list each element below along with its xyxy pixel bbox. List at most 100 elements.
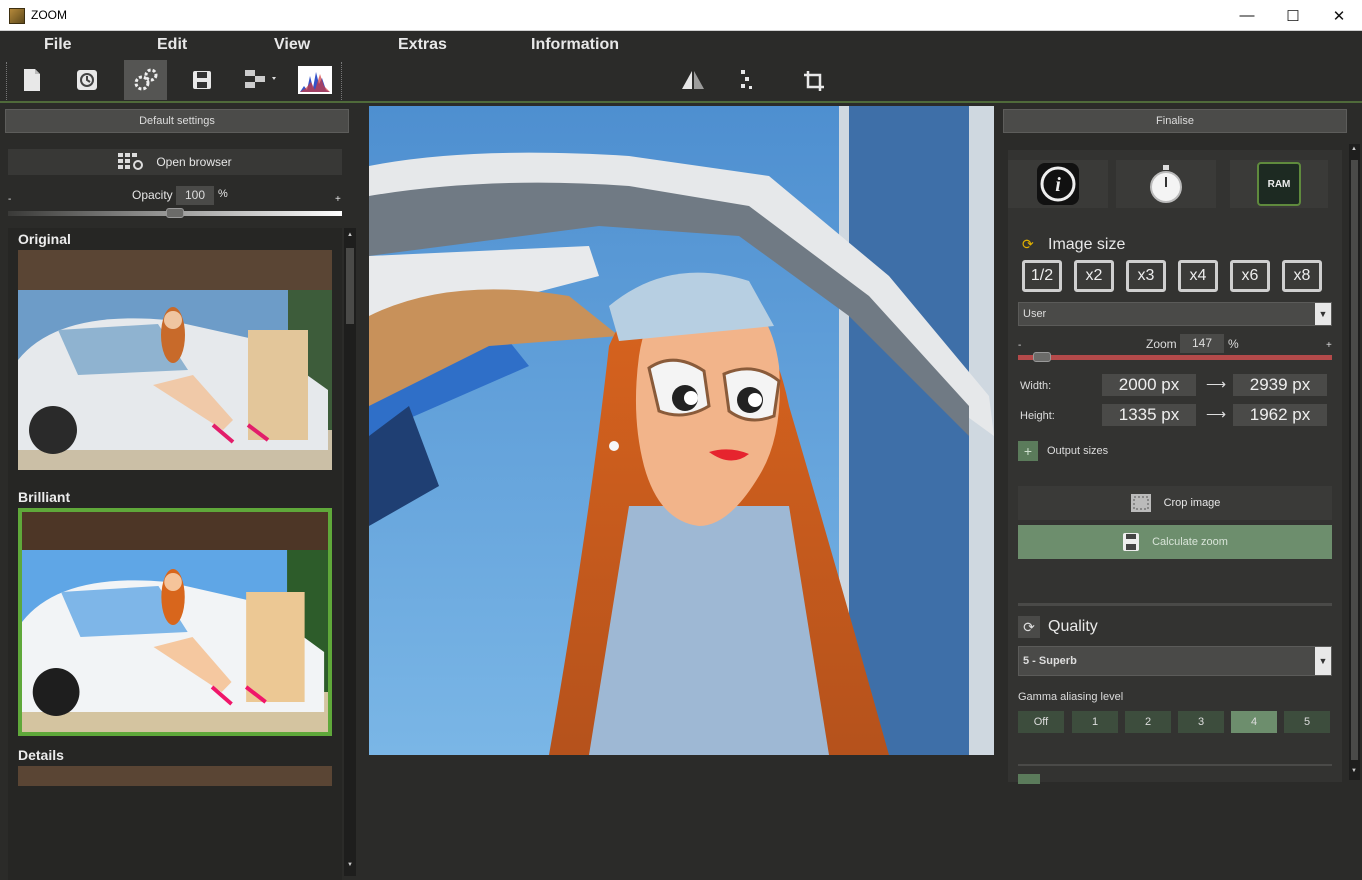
settings-gears-icon[interactable] bbox=[124, 60, 167, 100]
ram-label: RAM bbox=[1257, 162, 1301, 206]
preset-thumbnail-brilliant[interactable] bbox=[18, 508, 332, 736]
timer-button[interactable] bbox=[1116, 160, 1216, 208]
crop-icon bbox=[1130, 494, 1151, 512]
zoom-slider-thumb[interactable] bbox=[1033, 352, 1051, 362]
compare-icon[interactable] bbox=[724, 60, 764, 100]
chevron-down-icon[interactable]: ▼ bbox=[1315, 647, 1331, 675]
menu-view[interactable]: View bbox=[274, 36, 310, 54]
save-icon bbox=[1123, 533, 1140, 551]
preset-list: Original Brilliant Details bbox=[8, 228, 342, 880]
scale-x3-button[interactable]: x3 bbox=[1126, 260, 1166, 292]
gamma-off-button[interactable]: Off bbox=[1018, 711, 1064, 733]
right-panel: Finalise i RAM ⟳ Image size 1/2 x2 x3 x4… bbox=[998, 104, 1362, 784]
gamma-4-button[interactable]: 4 bbox=[1231, 711, 1277, 733]
image-canvas[interactable] bbox=[369, 106, 994, 755]
new-document-icon[interactable] bbox=[12, 60, 52, 100]
preset-scrollbar[interactable]: ▲ ▼ bbox=[344, 228, 356, 876]
scale-x8-button[interactable]: x8 bbox=[1282, 260, 1322, 292]
width-target-value: 2939 px bbox=[1233, 374, 1327, 396]
opacity-value[interactable]: 100 bbox=[176, 186, 214, 205]
calculate-zoom-label: Calculate zoom bbox=[1152, 536, 1228, 548]
gamma-1-button[interactable]: 1 bbox=[1072, 711, 1118, 733]
height-target-value: 1962 px bbox=[1233, 404, 1327, 426]
section-divider bbox=[1018, 764, 1332, 766]
zoom-slider[interactable] bbox=[1018, 352, 1332, 362]
info-button[interactable]: i bbox=[1008, 160, 1108, 208]
gamma-3-button[interactable]: 3 bbox=[1178, 711, 1224, 733]
scale-x4-button[interactable]: x4 bbox=[1178, 260, 1218, 292]
menu-file[interactable]: File bbox=[44, 36, 72, 54]
gamma-2-button[interactable]: 2 bbox=[1125, 711, 1171, 733]
scroll-down-icon[interactable]: ▼ bbox=[1351, 768, 1357, 774]
quality-title: Quality bbox=[1048, 618, 1098, 635]
original-photo-image bbox=[18, 250, 332, 470]
crop-image-button[interactable]: Crop image bbox=[1018, 486, 1332, 520]
next-section-expand-button[interactable] bbox=[1018, 774, 1040, 784]
save-icon[interactable] bbox=[182, 60, 222, 100]
stopwatch-icon bbox=[1150, 165, 1182, 203]
refresh-icon[interactable]: ⟳ bbox=[1022, 236, 1034, 253]
brilliant-photo-image bbox=[22, 512, 328, 732]
size-mode-dropdown[interactable]: User ▼ bbox=[1018, 302, 1332, 326]
batch-dropdown-icon[interactable] bbox=[238, 60, 282, 100]
finalise-header[interactable]: Finalise bbox=[1003, 109, 1347, 133]
flip-icon[interactable] bbox=[673, 60, 713, 100]
window-title: ZOOM bbox=[31, 8, 67, 22]
scale-x6-button[interactable]: x6 bbox=[1230, 260, 1270, 292]
default-settings-header[interactable]: Default settings bbox=[5, 109, 349, 133]
preset-label-brilliant: Brilliant bbox=[18, 489, 71, 505]
height-source-value: 1335 px bbox=[1102, 404, 1196, 426]
opacity-min: - bbox=[8, 194, 12, 205]
opacity-max: + bbox=[335, 194, 341, 205]
preset-label-details: Details bbox=[18, 747, 64, 763]
zoom-value[interactable]: 147 bbox=[1180, 334, 1224, 353]
ram-button[interactable]: RAM bbox=[1230, 160, 1328, 208]
app-icon bbox=[9, 8, 25, 24]
title-bar: ZOOM — ☐ ✕ bbox=[0, 0, 1362, 31]
zoom-max: + bbox=[1326, 340, 1332, 351]
browser-grid-icon bbox=[118, 153, 144, 170]
quality-dropdown[interactable]: 5 - Superb ▼ bbox=[1018, 646, 1332, 676]
minimize-button[interactable]: — bbox=[1224, 0, 1270, 31]
menu-edit[interactable]: Edit bbox=[157, 36, 187, 54]
opacity-slider-thumb[interactable] bbox=[166, 208, 184, 218]
width-label: Width: bbox=[1020, 380, 1052, 392]
menu-extras[interactable]: Extras bbox=[398, 36, 447, 54]
width-arrow: ⟶ bbox=[1206, 376, 1227, 392]
opacity-label: Opacity bbox=[132, 188, 173, 202]
scale-x2-button[interactable]: x2 bbox=[1074, 260, 1114, 292]
scroll-up-icon[interactable]: ▲ bbox=[347, 232, 353, 238]
svg-text:i: i bbox=[1055, 174, 1061, 196]
preset-scrollbar-thumb[interactable] bbox=[346, 248, 354, 324]
preset-thumbnail-details[interactable] bbox=[18, 766, 332, 786]
scroll-up-icon[interactable]: ▲ bbox=[1351, 146, 1357, 152]
calculate-zoom-button[interactable]: Calculate zoom bbox=[1018, 525, 1332, 559]
menu-information[interactable]: Information bbox=[531, 36, 619, 54]
histogram-icon[interactable] bbox=[296, 60, 334, 100]
main-photo-image bbox=[369, 106, 994, 755]
scroll-down-icon[interactable]: ▼ bbox=[347, 862, 353, 868]
width-source-value: 2000 px bbox=[1102, 374, 1196, 396]
zoom-label: Zoom bbox=[1146, 337, 1177, 351]
toolbar bbox=[0, 59, 1362, 103]
scale-half-button[interactable]: 1/2 bbox=[1022, 260, 1062, 292]
output-sizes-expand-button[interactable]: + bbox=[1018, 441, 1038, 461]
maximize-button[interactable]: ☐ bbox=[1270, 0, 1316, 31]
open-browser-button[interactable]: Open browser bbox=[8, 149, 342, 175]
close-button[interactable]: ✕ bbox=[1316, 0, 1362, 31]
gamma-label: Gamma aliasing level bbox=[1018, 691, 1124, 703]
chevron-down-icon[interactable]: ▼ bbox=[1315, 303, 1331, 325]
right-scrollbar-thumb[interactable] bbox=[1351, 160, 1358, 760]
zoom-unit: % bbox=[1228, 337, 1239, 351]
preset-thumbnail-original[interactable] bbox=[18, 250, 332, 470]
preset-label-original: Original bbox=[18, 231, 71, 247]
quality-refresh-icon[interactable]: ⟳ bbox=[1018, 616, 1040, 638]
opacity-slider[interactable] bbox=[8, 208, 342, 218]
rotate-icon[interactable] bbox=[795, 60, 835, 100]
history-icon[interactable] bbox=[67, 60, 107, 100]
height-arrow: ⟶ bbox=[1206, 406, 1227, 422]
right-panel-scrollbar[interactable]: ▲ ▼ bbox=[1349, 144, 1360, 780]
menu-bar: File Edit View Extras Information bbox=[0, 31, 1362, 59]
toolbar-separator bbox=[341, 62, 343, 100]
gamma-5-button[interactable]: 5 bbox=[1284, 711, 1330, 733]
